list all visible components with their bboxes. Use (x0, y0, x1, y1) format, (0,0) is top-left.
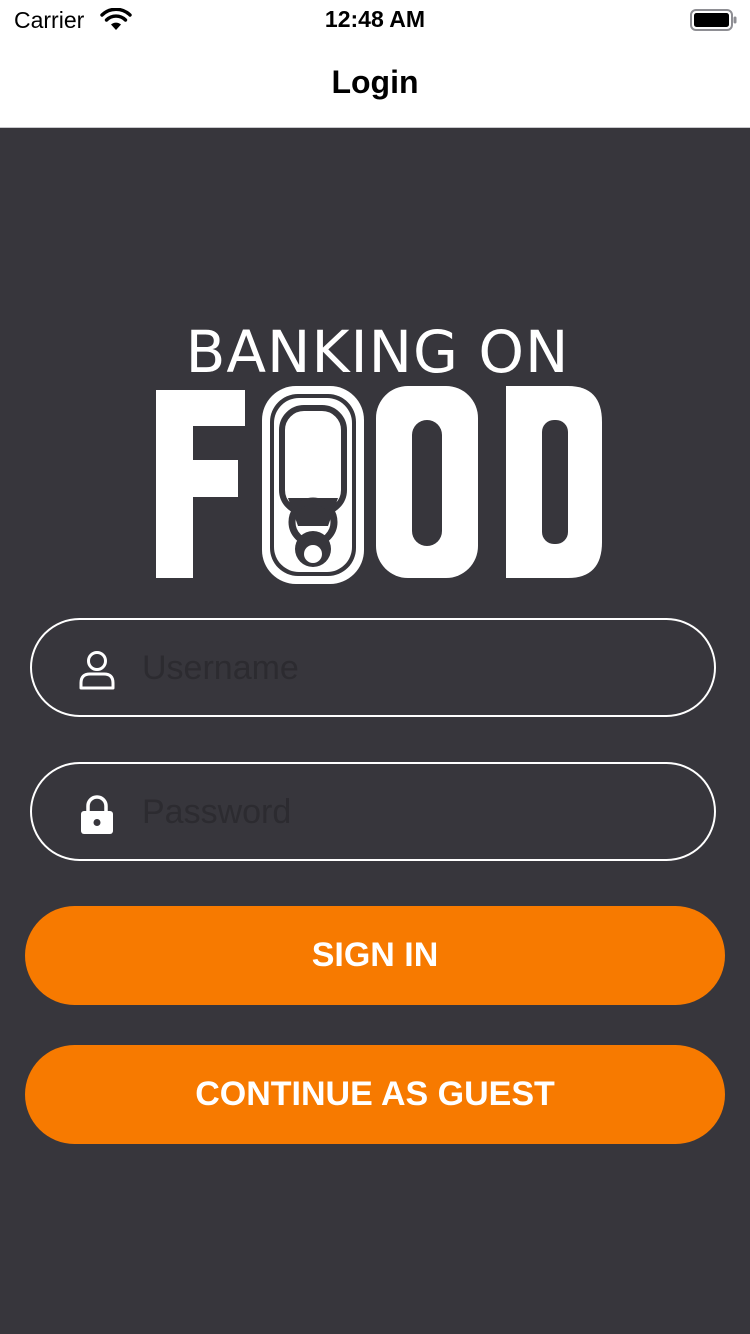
password-field[interactable] (30, 762, 716, 861)
password-input[interactable] (142, 780, 682, 844)
logo-food-wordmark (156, 386, 602, 584)
page-title: Login (331, 64, 419, 100)
status-bar: Carrier 12:48 AM (0, 0, 750, 42)
status-time: 12:48 AM (324, 6, 426, 32)
battery-icon (690, 9, 737, 31)
login-screen: BANKING ON Username SIGN IN CONTINUE AS … (0, 128, 750, 1334)
continue-as-guest-button[interactable]: CONTINUE AS GUEST (25, 1045, 725, 1144)
banking-on-food-logo: BANKING ON (150, 318, 605, 588)
logo-text-banking-on: BANKING ON (185, 318, 570, 386)
username-input[interactable] (142, 636, 682, 700)
navigation-bar: Login (0, 42, 750, 128)
user-icon (79, 651, 115, 690)
lock-icon (81, 795, 113, 834)
username-field[interactable] (30, 618, 716, 717)
sign-in-button[interactable]: SIGN IN (25, 906, 725, 1005)
